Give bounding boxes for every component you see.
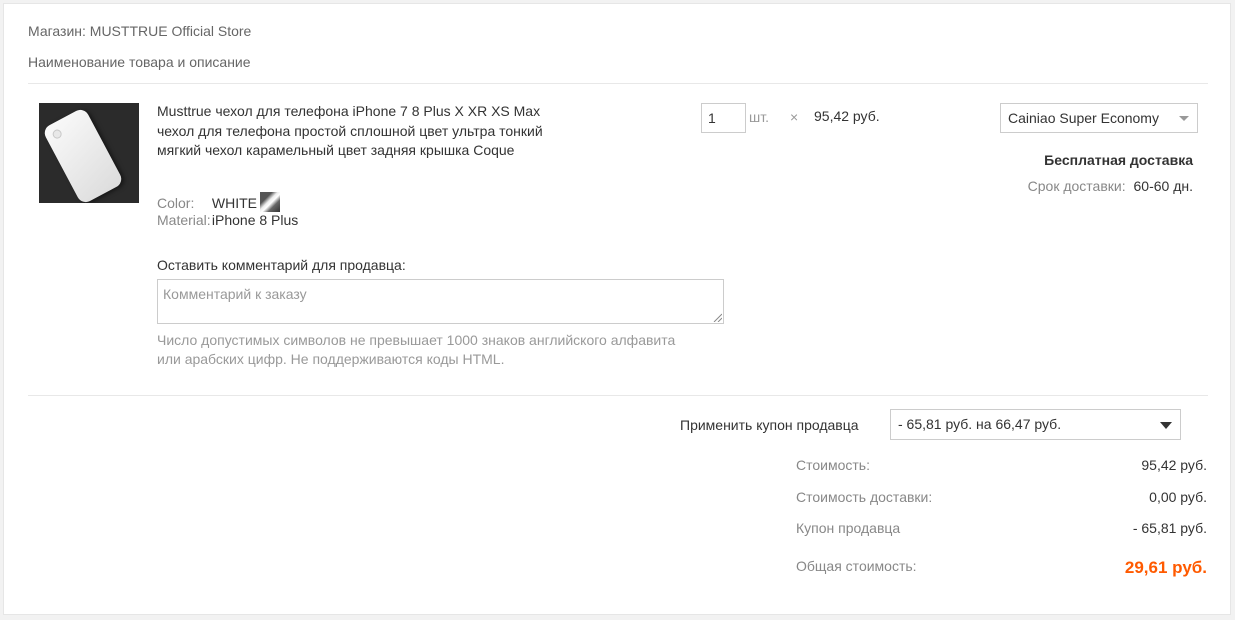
phone-case-image bbox=[41, 106, 125, 203]
attribute-material: Material: iPhone 8 Plus bbox=[157, 212, 298, 228]
seller-comment-input[interactable] bbox=[157, 279, 724, 324]
resize-grip-icon[interactable] bbox=[712, 312, 722, 322]
summary-label-cost: Стоимость: bbox=[796, 457, 870, 473]
attribute-key: Material: bbox=[157, 212, 211, 228]
quantity-unit: шт. bbox=[749, 109, 769, 125]
summary-value-coupon: - 65,81 руб. bbox=[1132, 520, 1207, 536]
attribute-key: Color: bbox=[157, 195, 195, 211]
shipping-method-value: Cainiao Super Economy bbox=[1008, 110, 1159, 126]
color-swatch bbox=[260, 192, 280, 212]
quantity-input[interactable] bbox=[701, 103, 746, 133]
chevron-down-icon bbox=[1179, 116, 1189, 121]
store-name: Магазин: MUSTTRUE Official Store bbox=[28, 23, 252, 39]
order-store-panel: Магазин: MUSTTRUE Official Store Наимено… bbox=[3, 3, 1231, 615]
total-value: 29,61 руб. bbox=[1124, 558, 1207, 577]
coupon-label: Применить купон продавца bbox=[680, 417, 859, 433]
summary-label-shipping: Стоимость доставки: bbox=[796, 489, 933, 505]
attribute-color: Color: WHITE bbox=[157, 192, 280, 212]
chevron-down-icon bbox=[1160, 422, 1172, 429]
product-column-header: Наименование товара и описание bbox=[28, 54, 251, 70]
divider bbox=[28, 83, 1208, 84]
total-label: Общая стоимость: bbox=[796, 558, 917, 574]
product-title[interactable]: Musttrue чехол для телефона iPhone 7 8 P… bbox=[157, 102, 547, 161]
free-shipping-label: Бесплатная доставка bbox=[1044, 152, 1193, 168]
delivery-time: Срок доставки: 60-60 дн. bbox=[1028, 178, 1193, 194]
attribute-value: iPhone 8 Plus bbox=[211, 212, 299, 228]
delivery-time-value: 60-60 дн. bbox=[1133, 178, 1194, 194]
shipping-method-select[interactable]: Cainiao Super Economy bbox=[1000, 103, 1198, 133]
unit-price: 95,42 руб. bbox=[814, 108, 880, 124]
summary-value-shipping: 0,00 руб. bbox=[1149, 489, 1207, 505]
attribute-value: WHITE bbox=[211, 195, 257, 211]
delivery-time-label: Срок доставки: bbox=[1027, 178, 1126, 194]
summary-label-coupon: Купон продавца bbox=[796, 520, 901, 536]
multiply-sign: × bbox=[790, 109, 799, 125]
seller-coupon-select[interactable]: - 65,81 руб. на 66,47 руб. bbox=[890, 409, 1181, 440]
summary-value-cost: 95,42 руб. bbox=[1141, 457, 1207, 473]
comment-label: Оставить комментарий для продавца: bbox=[157, 257, 406, 273]
coupon-selected-value: - 65,81 руб. на 66,47 руб. bbox=[898, 416, 1062, 432]
comment-hint: Число допустимых символов не превышает 1… bbox=[157, 332, 676, 367]
product-thumbnail[interactable] bbox=[39, 103, 139, 203]
divider bbox=[28, 395, 1208, 396]
